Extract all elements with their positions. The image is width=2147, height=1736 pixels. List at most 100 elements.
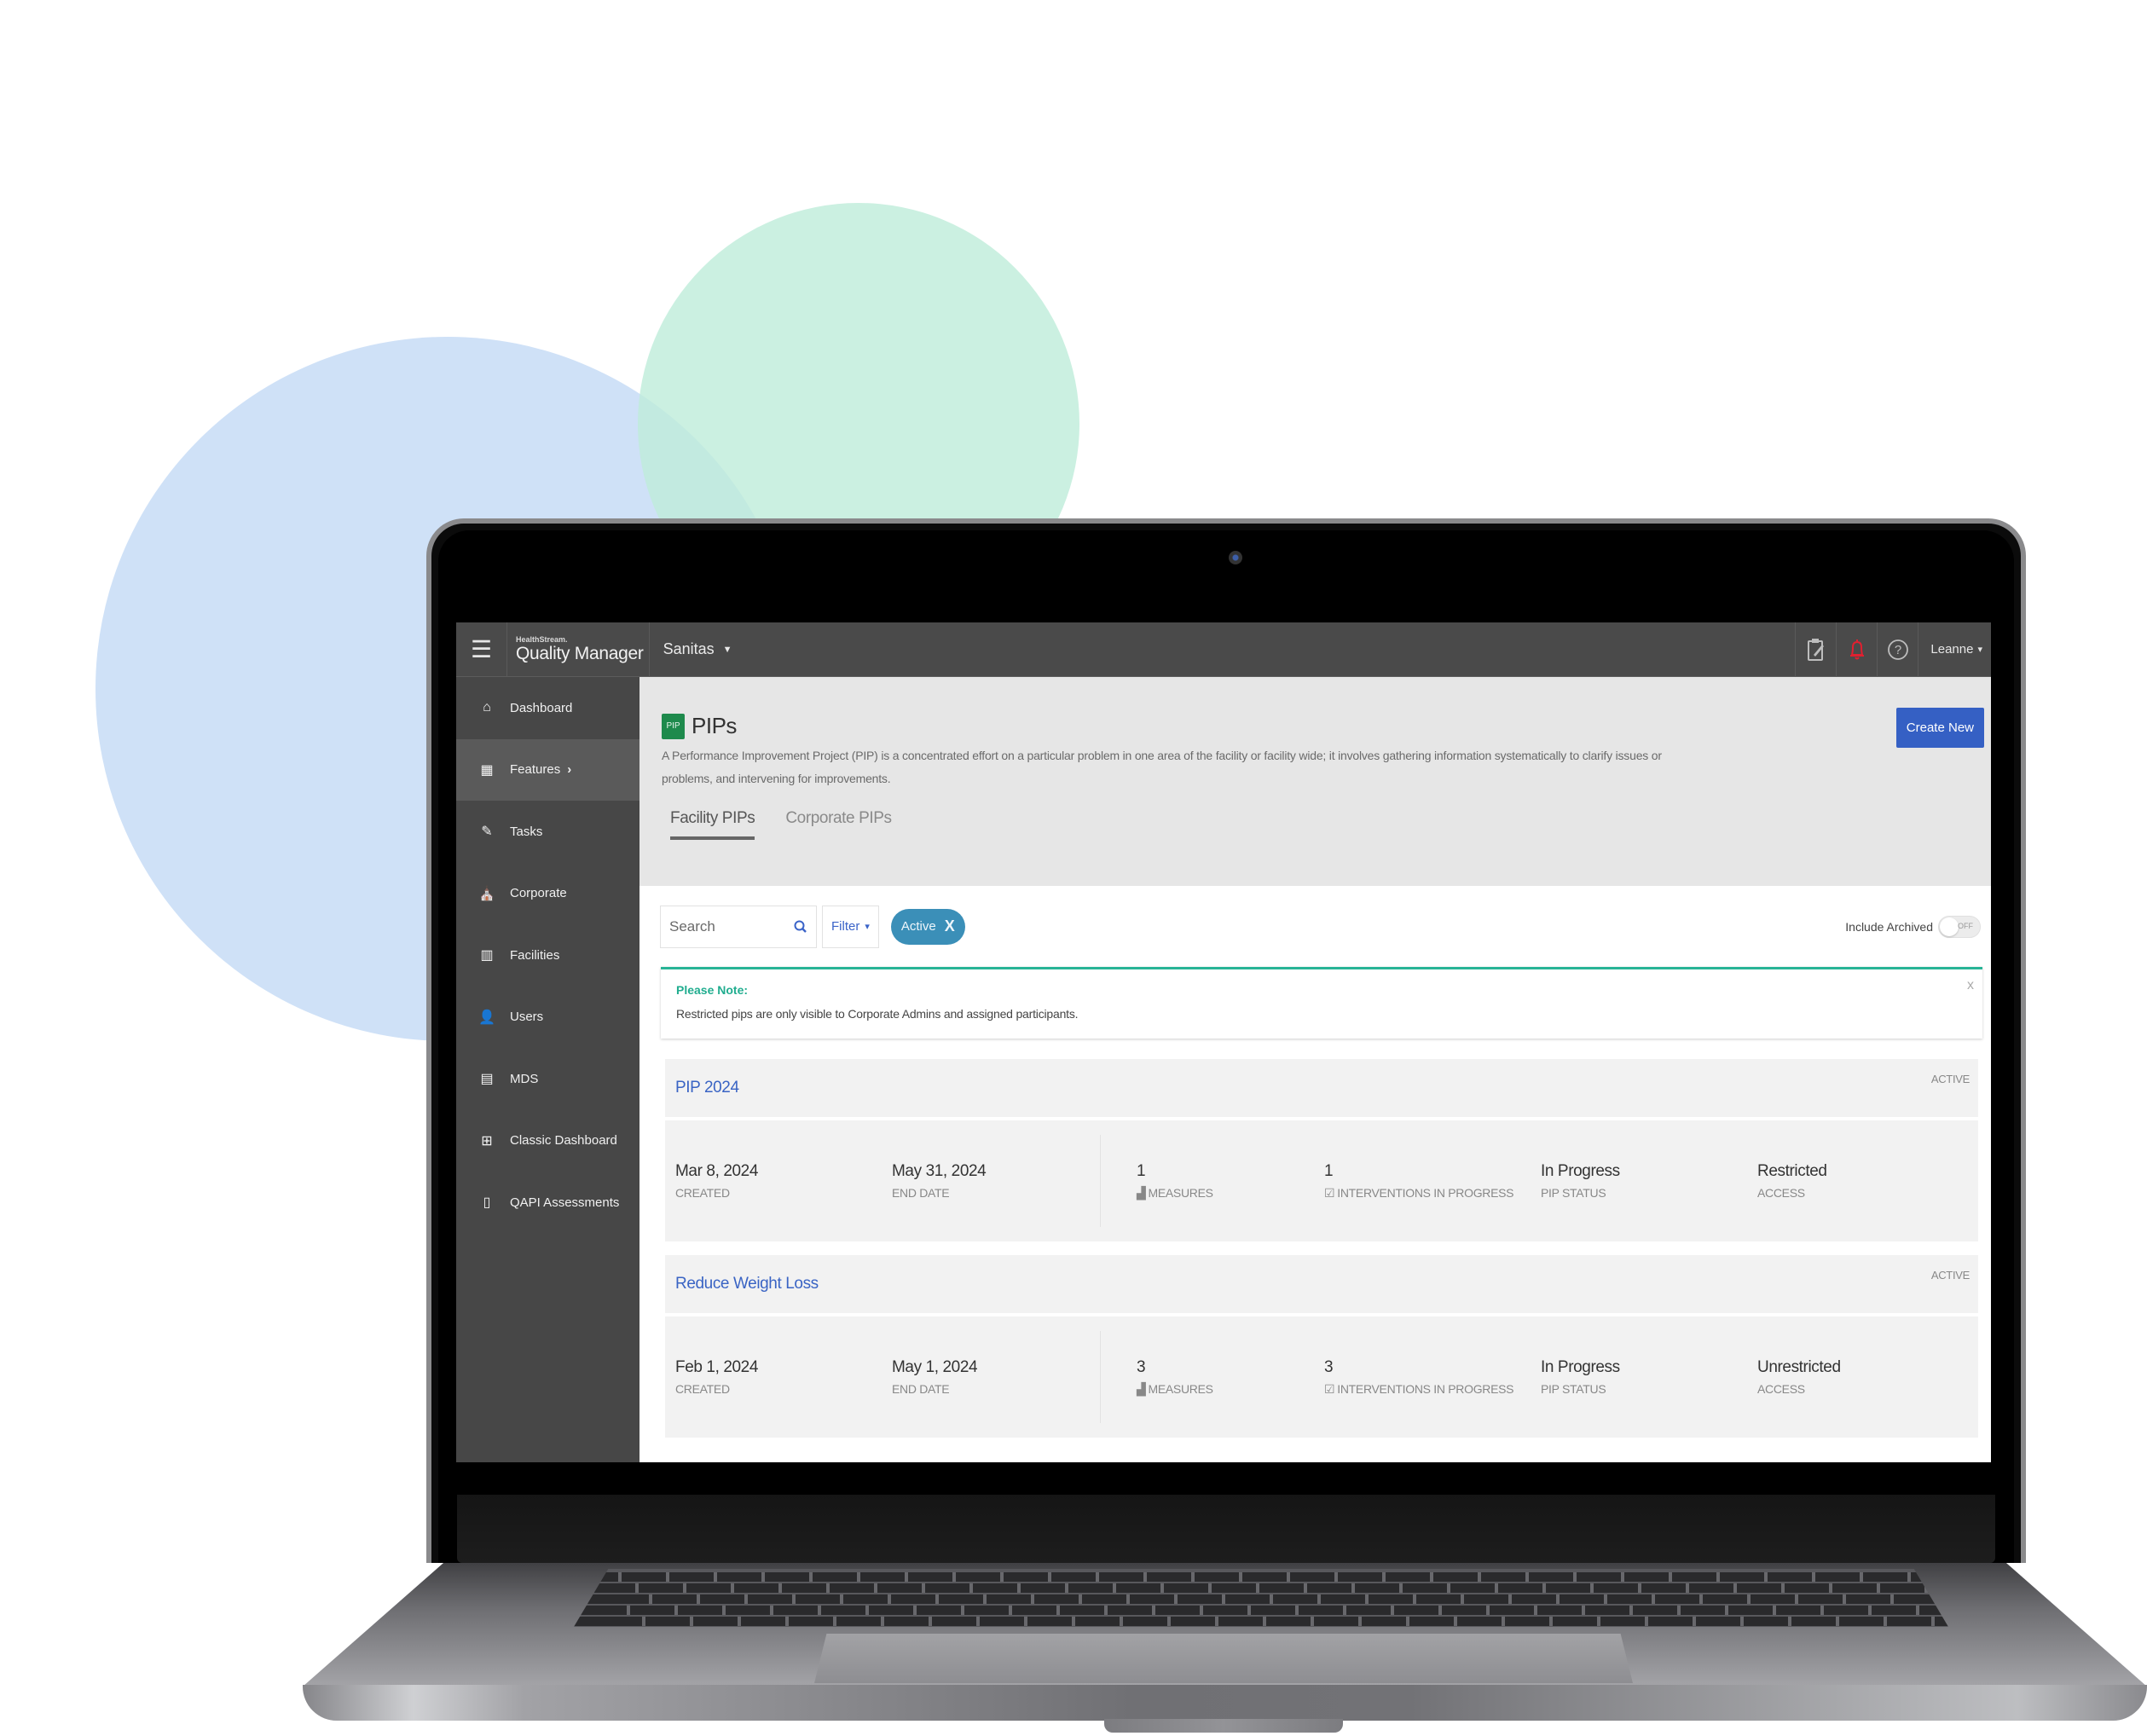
restricted-note-alert: Please Note: Restricted pips are only vi…	[661, 967, 1982, 1039]
pen-icon: ✎	[481, 825, 493, 840]
building-icon: ▥	[480, 948, 494, 963]
measures-label: MEASURES	[1148, 1186, 1213, 1200]
divider	[1100, 1135, 1101, 1227]
pip-status-label: PIP STATUS	[1541, 1382, 1606, 1396]
caret-down-icon: ▼	[722, 644, 732, 655]
sidebar-item-mds[interactable]: ▤ MDS	[456, 1048, 639, 1110]
hamburger-menu-icon[interactable]: ☰	[456, 622, 507, 677]
svg-text:?: ?	[1895, 643, 1901, 657]
sidebar-item-label: Users	[510, 1010, 544, 1025]
end-date-stat: May 1, 2024 END DATE	[892, 1358, 1100, 1396]
user-menu[interactable]: Leanne ▾	[1918, 622, 1991, 677]
brand-logo[interactable]: HealthStream. Quality Manager	[507, 622, 650, 677]
capitol-icon: ⛪	[478, 886, 495, 901]
filter-toolbar: Filter ▾ Active X Include Archived OFF	[639, 886, 1991, 967]
sidebar-item-label: Tasks	[510, 824, 543, 839]
end-date-value: May 31, 2024	[892, 1162, 987, 1180]
facility-selector[interactable]: Sanitas ▼	[650, 640, 732, 658]
close-icon[interactable]: x	[1967, 978, 1974, 993]
sidebar-item-label: QAPI Assessments	[510, 1195, 620, 1210]
interventions-stat: 1 ☑ INTERVENTIONS IN PROGRESS	[1324, 1162, 1541, 1201]
interventions-stat: 3 ☑ INTERVENTIONS IN PROGRESS	[1324, 1358, 1541, 1397]
top-navbar: ☰ HealthStream. Quality Manager Sanitas …	[456, 622, 1991, 677]
laptop-base	[303, 1557, 2147, 1736]
created-stat: Mar 8, 2024 CREATED	[675, 1162, 892, 1200]
home-icon: ⌂	[483, 700, 491, 715]
brand-company: HealthStream.	[516, 634, 568, 644]
caret-down-icon: ▾	[1977, 645, 1982, 655]
user-name: Leanne	[1930, 642, 1974, 657]
facility-name: Sanitas	[663, 640, 715, 657]
brand-product: Quality Manager	[516, 643, 644, 663]
pip-active-status: ACTIVE	[1930, 1269, 1970, 1282]
include-archived-toggle[interactable]: OFF	[1938, 915, 1981, 938]
sidebar-item-label: Dashboard	[510, 700, 573, 715]
bar-chart-icon: ▟	[1137, 1185, 1146, 1200]
divider	[1100, 1331, 1101, 1423]
access-stat: Unrestricted ACCESS	[1757, 1358, 1928, 1396]
laptop-chin	[457, 1495, 1995, 1563]
pip-status-label: PIP STATUS	[1541, 1186, 1606, 1200]
created-value: Feb 1, 2024	[675, 1358, 759, 1376]
include-archived-control: Include Archived OFF	[1845, 915, 1981, 938]
sidebar-item-features[interactable]: ▦ Features ›	[456, 738, 639, 801]
end-date-label: END DATE	[892, 1186, 950, 1200]
access-value: Unrestricted	[1757, 1358, 1841, 1376]
tab-facility-pips[interactable]: Facility PIPs	[670, 809, 755, 840]
note-text: Restricted pips are only visible to Corp…	[676, 1007, 1079, 1021]
clipboard-icon[interactable]	[1795, 622, 1836, 677]
create-new-button[interactable]: Create New	[1895, 708, 1984, 748]
created-label: CREATED	[675, 1186, 730, 1200]
active-filter-chip: Active X	[890, 908, 965, 945]
sidebar-item-label: Classic Dashboard	[510, 1133, 617, 1149]
sidebar-item-dashboard[interactable]: ⌂ Dashboard	[456, 677, 639, 739]
bell-icon[interactable]	[1836, 622, 1877, 677]
access-label: ACCESS	[1757, 1186, 1805, 1200]
tab-corporate-pips[interactable]: Corporate PIPs	[785, 809, 892, 840]
pip-card: PIP 2024 ACTIVE Mar 8, 2024 CREATED May …	[665, 1059, 1978, 1241]
laptop-front-edge	[303, 1685, 2147, 1721]
page-header: PIP PIPs A Performance Improvement Proje…	[639, 677, 1991, 886]
pip-title-link[interactable]: PIP 2024	[675, 1079, 739, 1097]
search-field	[660, 905, 817, 948]
sidebar-item-classic-dashboard[interactable]: ⊞ Classic Dashboard	[456, 1110, 639, 1172]
measures-label: MEASURES	[1148, 1382, 1213, 1396]
sidebar-item-corporate[interactable]: ⛪ Corporate	[456, 863, 639, 925]
pip-status-stat: In Progress PIP STATUS	[1541, 1162, 1757, 1200]
search-input[interactable]	[669, 917, 780, 935]
interventions-value: 3	[1324, 1357, 1334, 1376]
interventions-label: INTERVENTIONS IN PROGRESS	[1337, 1186, 1514, 1200]
user-icon: 👤	[478, 1010, 495, 1025]
mds-icon: ▤	[480, 1072, 494, 1087]
dashboard-grid-icon: ⊞	[481, 1133, 493, 1149]
pip-status-value: In Progress	[1541, 1162, 1620, 1180]
sidebar-item-label: Facilities	[510, 947, 560, 963]
help-icon[interactable]: ?	[1877, 622, 1918, 677]
pip-title-link[interactable]: Reduce Weight Loss	[675, 1275, 819, 1293]
grid-icon: ▦	[480, 762, 494, 778]
end-date-stat: May 31, 2024 END DATE	[892, 1162, 1100, 1200]
checkbox-icon: ☑	[1324, 1185, 1335, 1200]
app-screen: ☰ HealthStream. Quality Manager Sanitas …	[456, 622, 1991, 1462]
include-archived-label: Include Archived	[1845, 919, 1933, 934]
sidebar-item-qapi-assessments[interactable]: ▯ QAPI Assessments	[456, 1172, 639, 1234]
filter-dropdown[interactable]: Filter ▾	[822, 905, 879, 948]
sidebar-item-label: Corporate	[510, 886, 567, 901]
remove-filter-icon[interactable]: X	[945, 917, 955, 935]
created-value: Mar 8, 2024	[675, 1162, 758, 1180]
interventions-label: INTERVENTIONS IN PROGRESS	[1337, 1382, 1514, 1396]
toggle-knob	[1940, 917, 1959, 936]
sidebar-item-users[interactable]: 👤 Users	[456, 987, 639, 1049]
search-icon[interactable]	[794, 920, 807, 934]
caret-down-icon: ▾	[865, 922, 870, 932]
sidebar-item-tasks[interactable]: ✎ Tasks	[456, 801, 639, 863]
pip-badge-icon: PIP	[662, 713, 685, 739]
interventions-value: 1	[1324, 1161, 1334, 1180]
page-description: A Performance Improvement Project (PIP) …	[662, 749, 1662, 785]
end-date-value: May 1, 2024	[892, 1358, 978, 1376]
measures-stat: 3 ▟ MEASURES	[1137, 1358, 1324, 1397]
sidebar-item-facilities[interactable]: ▥ Facilities	[456, 924, 639, 987]
laptop-notch	[1104, 1719, 1343, 1733]
created-stat: Feb 1, 2024 CREATED	[675, 1358, 892, 1396]
page-title: PIPs	[692, 713, 737, 738]
